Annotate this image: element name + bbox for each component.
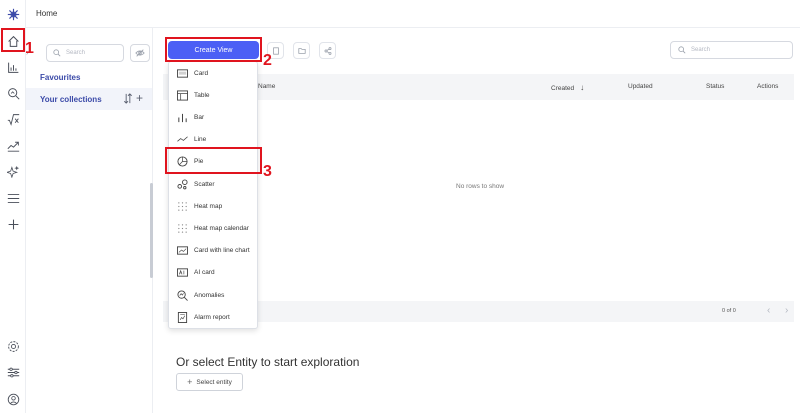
card-icon — [176, 67, 188, 79]
column-created-label: Created — [551, 85, 575, 92]
alarm-report-icon — [176, 311, 188, 323]
icon-rail — [0, 0, 26, 413]
add-collection-button[interactable]: + — [136, 92, 148, 104]
menu-item-card[interactable]: Card — [169, 62, 257, 84]
menu-item-label: Table — [194, 91, 210, 99]
line-icon — [176, 133, 188, 145]
plus-icon: + — [187, 377, 193, 387]
menu-item-heat-map[interactable]: Heat map — [169, 195, 257, 217]
main-search-input[interactable]: Search — [670, 41, 793, 59]
annotation-box-2 — [165, 37, 262, 62]
panel-search-placeholder: Search — [66, 50, 86, 56]
sqrt-formula-icon[interactable] — [3, 109, 23, 129]
menu-item-anomalies[interactable]: Anomalies — [169, 284, 257, 306]
top-header: Home — [26, 0, 800, 28]
share-icon — [324, 46, 331, 55]
ai-sparkle-icon[interactable] — [3, 161, 23, 181]
breadcrumb[interactable]: Home — [36, 9, 57, 18]
anomalies-icon — [176, 289, 188, 301]
menu-item-scatter[interactable]: Scatter — [169, 173, 257, 195]
favourites-link[interactable]: Favourites — [40, 73, 80, 82]
search-icon — [53, 49, 61, 57]
annotation-box-1 — [1, 28, 25, 52]
panel-search-row: Search — [46, 44, 152, 62]
column-created-header[interactable]: Created ↓ — [551, 83, 584, 92]
select-entity-button[interactable]: + Select entity — [176, 373, 243, 391]
scatter-icon — [176, 178, 188, 190]
sliders-icon[interactable] — [3, 362, 23, 382]
settings-icon[interactable] — [3, 336, 23, 356]
menu-item-card-with-line-chart[interactable]: Card with line chart — [169, 239, 257, 261]
previous-page-button[interactable]: ‹ — [767, 305, 770, 316]
menu-item-label: Line — [194, 135, 207, 143]
menu-item-label: Heat map — [194, 202, 223, 210]
next-page-button[interactable]: › — [785, 305, 788, 316]
copy-icon — [272, 46, 279, 55]
menu-item-label: Bar — [194, 113, 205, 121]
annotation-number-3: 3 — [263, 163, 272, 180]
hide-toggle-button[interactable] — [130, 44, 150, 62]
trend-line-icon[interactable] — [3, 135, 23, 155]
empty-table-message: No rows to show — [456, 183, 505, 190]
menu-item-label: Card — [194, 69, 209, 77]
menu-item-label: Alarm report — [194, 313, 230, 321]
plus-icon[interactable] — [3, 214, 23, 234]
search-analytics-icon[interactable] — [3, 83, 23, 103]
panel-search-input[interactable]: Search — [46, 44, 124, 62]
toolbar-share-button[interactable] — [319, 42, 336, 59]
user-profile-icon[interactable] — [3, 389, 23, 409]
menu-item-alarm-report[interactable]: Alarm report — [169, 306, 257, 328]
toolbar-folder-button[interactable] — [293, 42, 310, 59]
bar-chart-icon[interactable] — [3, 57, 23, 77]
your-collections-label: Your collections — [40, 95, 102, 104]
collections-panel: › Search Favourites Your collections + — [26, 28, 153, 413]
menu-item-label: Card with line chart — [194, 246, 250, 254]
menu-item-table[interactable]: Table — [169, 84, 257, 106]
bar-icon — [176, 111, 188, 123]
table-icon — [176, 89, 188, 101]
menu-item-label: AI card — [194, 268, 215, 276]
main-search-placeholder: Search — [691, 47, 711, 53]
your-collections-row[interactable]: Your collections + — [26, 88, 152, 110]
annotation-number-1: 1 — [25, 40, 34, 57]
ai-card-icon — [176, 266, 188, 278]
folder-icon — [297, 47, 306, 54]
column-name-header[interactable]: Name — [258, 83, 275, 90]
pagination-count: 0 of 0 — [722, 308, 736, 314]
menu-item-ai-card[interactable]: AI card — [169, 261, 257, 283]
menu-item-label: Anomalies — [194, 291, 225, 299]
create-view-dropdown: Card Table Bar Line Pie Scatter Heat map… — [168, 61, 258, 329]
select-entity-label: Select entity — [196, 378, 232, 386]
sort-icon[interactable] — [123, 93, 133, 104]
column-updated-header[interactable]: Updated — [628, 83, 653, 90]
sort-descending-icon: ↓ — [580, 83, 585, 92]
heat-map-icon — [176, 200, 188, 212]
menu-item-label: Scatter — [194, 180, 215, 188]
search-icon — [678, 46, 686, 54]
logo-icon[interactable] — [3, 4, 23, 24]
menu-item-bar[interactable]: Bar — [169, 106, 257, 128]
column-actions-header: Actions — [757, 83, 779, 90]
card-line-chart-icon — [176, 244, 188, 256]
eye-off-icon — [135, 49, 145, 57]
annotation-box-3 — [165, 147, 262, 174]
column-status-header[interactable]: Status — [706, 83, 724, 90]
menu-item-heat-map-calendar[interactable]: Heat map calendar — [169, 217, 257, 239]
heat-map-calendar-icon — [176, 222, 188, 234]
annotation-number-2: 2 — [263, 52, 272, 69]
list-menu-icon[interactable] — [3, 188, 23, 208]
explore-heading: Or select Entity to start exploration — [176, 355, 360, 369]
menu-item-label: Heat map calendar — [194, 224, 249, 232]
